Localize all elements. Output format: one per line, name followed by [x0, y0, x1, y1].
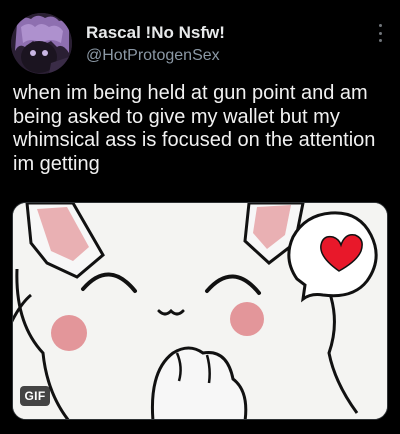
- user-handle[interactable]: @HotProtogenSex: [86, 46, 225, 66]
- gif-image: [13, 203, 387, 419]
- avatar[interactable]: [11, 13, 72, 74]
- tweet-text: when im being held at gun point and am b…: [13, 82, 381, 175]
- avatar-image: [11, 13, 72, 74]
- more-options-icon[interactable]: [376, 24, 384, 42]
- tweet: Rascal !No Nsfw! @HotProtogenSex when im…: [0, 0, 400, 434]
- more-dot: [378, 39, 382, 42]
- more-dot: [378, 24, 382, 27]
- tweet-header: Rascal !No Nsfw! @HotProtogenSex: [86, 22, 225, 66]
- gif-media[interactable]: [12, 202, 388, 420]
- more-dot: [378, 31, 382, 35]
- display-name[interactable]: Rascal !No Nsfw!: [86, 22, 225, 44]
- gif-badge: GIF: [20, 386, 50, 406]
